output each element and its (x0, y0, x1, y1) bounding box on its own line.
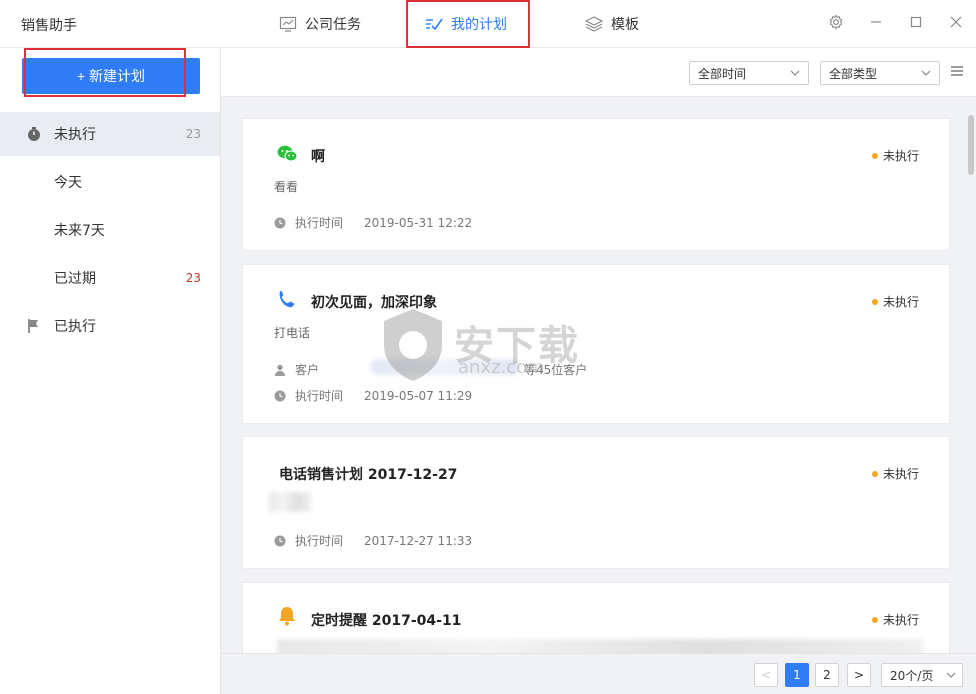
user-icon (275, 364, 285, 376)
time-label: 执行时间 (295, 534, 344, 548)
status-text: 未执行 (882, 613, 919, 627)
status-dot (871, 616, 878, 623)
plan-card[interactable]: 初次见面，加深印象 未执行 打电话 客户 等45位客户 执行时间 2019-05… (242, 264, 950, 424)
plan-customer-row: 客户 等45位客户 (274, 359, 587, 378)
prev-page-button[interactable]: < (754, 663, 778, 687)
status-text: 未执行 (882, 467, 919, 481)
pagination: < 1 2 > 20个/页 (221, 653, 976, 694)
scroll-thumb[interactable] (968, 115, 974, 175)
minimize-button[interactable] (866, 12, 886, 32)
page-button-2[interactable]: 2 (815, 663, 839, 687)
maximize-icon (910, 16, 922, 28)
blurred-description (277, 639, 923, 653)
status-text: 未执行 (882, 149, 919, 163)
tab-templates[interactable]: 模板 (585, 0, 639, 48)
sidebar-item-pending[interactable]: 未执行 23 (0, 112, 220, 156)
plan-title: 定时提醒 2017-04-11 (311, 613, 462, 629)
sidebar-item-overdue[interactable]: 已过期 23 (0, 256, 220, 300)
app-title: 销售助手 (21, 18, 77, 34)
chart-monitor-icon (279, 16, 297, 32)
status-badge: 未执行 (871, 465, 919, 482)
bell-icon (279, 607, 295, 626)
sidebar-item-label: 未来7天 (54, 223, 105, 239)
checklist-icon (426, 18, 443, 31)
time-value: 2019-05-07 11:29 (364, 388, 473, 403)
plan-time-row: 执行时间 2019-05-31 12:22 (274, 214, 472, 231)
page-size-value: 20个/页 (890, 668, 934, 683)
status-dot (871, 470, 878, 477)
time-filter-select[interactable]: 全部时间 (689, 61, 809, 85)
customer-value: 等45位客户 (524, 363, 588, 377)
tab-my-plans-label: 我的计划 (451, 17, 507, 33)
minimize-icon (871, 21, 881, 23)
next-page-button[interactable]: > (847, 663, 871, 687)
clock-icon (274, 390, 286, 401)
plan-title: 初次见面，加深印象 (311, 295, 437, 311)
chevron-down-icon (946, 672, 956, 678)
time-value: 2017-12-27 11:33 (364, 533, 473, 548)
new-plan-button[interactable]: + 新建计划 (22, 58, 200, 94)
time-filter-value: 全部时间 (698, 66, 747, 81)
layers-icon (585, 16, 603, 32)
status-badge: 未执行 (871, 293, 919, 310)
list-menu-icon[interactable] (950, 64, 964, 78)
status-badge: 未执行 (871, 147, 919, 164)
phone-icon (279, 291, 294, 308)
sidebar-item-count: 23 (185, 127, 201, 141)
sidebar-item-label: 已执行 (54, 319, 96, 335)
plan-title: 啊 (311, 149, 325, 165)
plan-card[interactable]: 啊 未执行 看看 执行时间 2019-05-31 12:22 (242, 118, 950, 251)
plan-description: 看看 (274, 180, 299, 194)
plan-time-row: 执行时间 2019-05-07 11:29 (274, 387, 472, 404)
stopwatch-icon (28, 127, 40, 141)
plan-card[interactable]: 电话销售计划 2017-12-27 未执行 执行时间 2017-12-27 11… (242, 436, 950, 569)
close-icon (950, 16, 962, 28)
status-dot (871, 152, 878, 159)
type-filter-select[interactable]: 全部类型 (820, 61, 940, 85)
page-size-select[interactable]: 20个/页 (881, 663, 963, 687)
main-panel: 全部时间 全部类型 啊 未执行 看看 执行时间 2019-05-31 12:22… (221, 48, 976, 694)
chevron-down-icon (921, 70, 931, 76)
filter-toolbar: 全部时间 全部类型 (221, 48, 976, 97)
plan-title: 电话销售计划 2017-12-27 (279, 467, 458, 483)
clock-icon (274, 217, 286, 228)
status-badge: 未执行 (871, 611, 919, 628)
tab-company-label: 公司任务 (305, 17, 361, 33)
settings-button[interactable] (826, 12, 846, 32)
sidebar: + 新建计划 未执行 23 今天 未来7天 已过期 23 已执行 (0, 48, 221, 694)
sidebar-item-label: 已过期 (54, 271, 96, 287)
plan-description: 打电话 (274, 326, 311, 340)
status-dot (871, 298, 878, 305)
close-button[interactable] (946, 12, 966, 32)
status-text: 未执行 (882, 295, 919, 309)
chevron-down-icon (790, 70, 800, 76)
tab-company-tasks[interactable]: 公司任务 (279, 0, 361, 48)
sidebar-item-label: 未执行 (54, 127, 96, 143)
clock-icon (274, 535, 286, 546)
time-value: 2019-05-31 12:22 (364, 215, 473, 230)
tab-my-plans[interactable]: 我的计划 (425, 0, 507, 48)
sidebar-item-today[interactable]: 今天 (0, 160, 220, 204)
plan-list: 啊 未执行 看看 执行时间 2019-05-31 12:22 初次见面，加深印象… (221, 97, 976, 653)
blurred-customer-names (370, 359, 520, 375)
time-label: 执行时间 (295, 389, 344, 403)
sidebar-item-count: 23 (185, 271, 201, 285)
flag-icon (28, 319, 38, 333)
plan-card[interactable]: 定时提醒 2017-04-11 未执行 (242, 582, 950, 653)
time-label: 执行时间 (295, 216, 344, 230)
maximize-button[interactable] (906, 12, 926, 32)
customer-label: 客户 (295, 363, 320, 377)
page-button-1[interactable]: 1 (785, 663, 809, 687)
plan-time-row: 执行时间 2017-12-27 11:33 (274, 532, 472, 549)
gear-icon (829, 14, 843, 30)
sidebar-item-done[interactable]: 已执行 (0, 304, 220, 348)
wechat-icon (277, 145, 298, 162)
blurred-description (269, 492, 311, 512)
title-bar: 销售助手 公司任务 我的计划 模板 (0, 0, 976, 48)
type-filter-value: 全部类型 (829, 66, 878, 81)
list-scrollbar[interactable] (968, 97, 974, 653)
sidebar-item-next-7-days[interactable]: 未来7天 (0, 208, 220, 252)
tab-templates-label: 模板 (611, 17, 639, 33)
sidebar-item-label: 今天 (54, 175, 82, 191)
